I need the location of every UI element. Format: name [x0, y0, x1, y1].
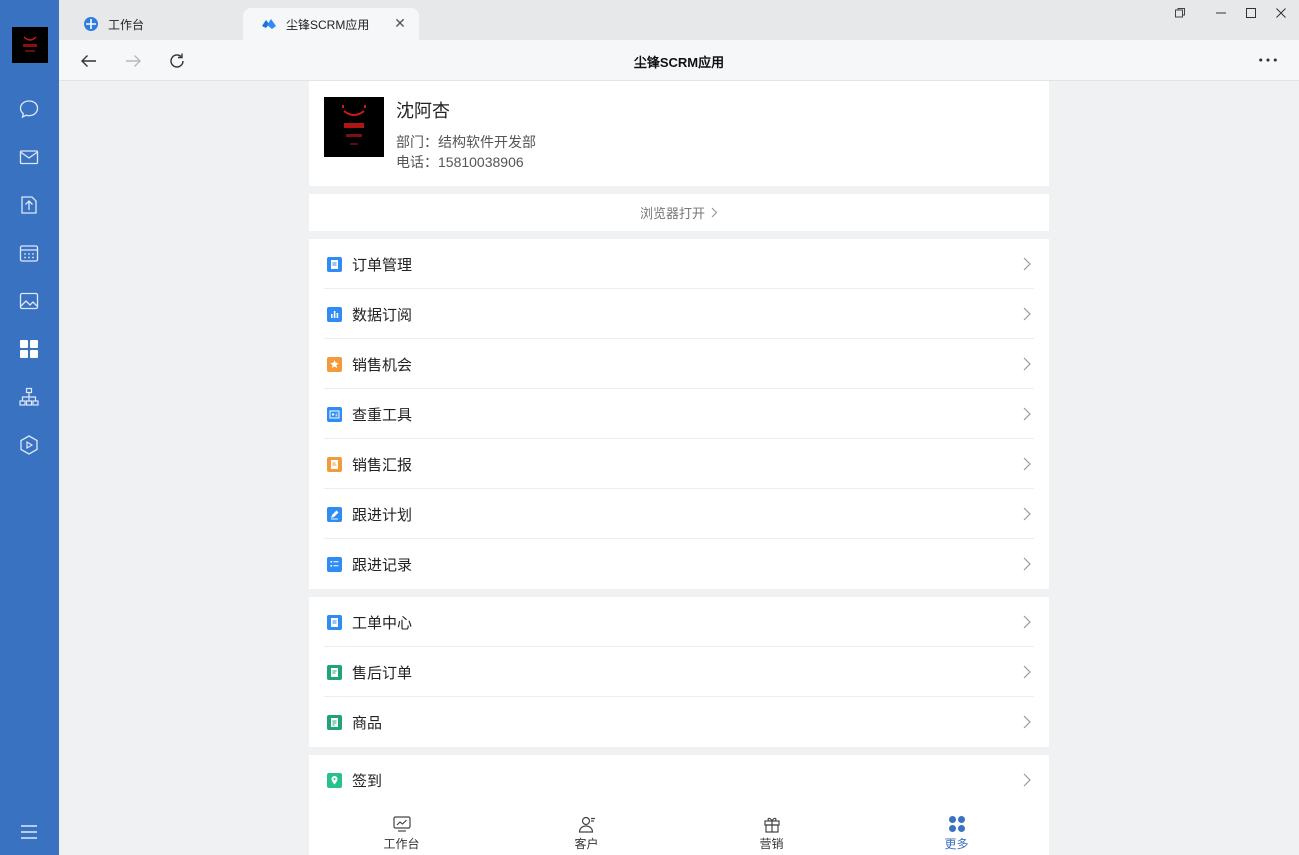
title-bar: 工作台 尘锋SCRM应用 ✕ [59, 0, 1299, 40]
menu-item-label: 跟进计划 [352, 507, 413, 524]
user-avatar[interactable] [12, 27, 48, 63]
bottom-tab-workbench[interactable]: 工作台 [309, 804, 494, 855]
chart-icon [327, 307, 342, 322]
bottom-tab-marketing[interactable]: 营销 [679, 804, 864, 855]
gift-icon [762, 814, 782, 834]
bottom-tab-label: 更多 [944, 837, 969, 851]
profile-department: 部门：结构软件开发部 [396, 134, 536, 150]
menu-item-data-subscription[interactable]: 数据订阅 [309, 289, 1049, 339]
aftersale-icon [327, 665, 342, 680]
menu-item-label: 商品 [352, 715, 383, 732]
open-in-browser-button[interactable]: 浏览器打开 [309, 194, 1049, 231]
menu-item-label: 签到 [352, 773, 383, 790]
page-title: 尘锋SCRM应用 [633, 55, 725, 70]
window-close-icon[interactable] [1269, 4, 1293, 22]
profile-phone: 电话：15810038906 [396, 154, 524, 170]
close-icon[interactable]: ✕ [393, 16, 407, 30]
menu-item-label: 跟进记录 [352, 557, 413, 574]
chevron-right-icon [1023, 407, 1031, 421]
calendar-icon[interactable] [16, 240, 42, 266]
grid-icon [947, 814, 967, 834]
dashboard-icon [392, 814, 412, 834]
bottom-tab-label: 营销 [759, 837, 784, 851]
app-content: 沈阿杏 部门：结构软件开发部 电话：15810038906 浏览器打开 订单管理… [309, 81, 1049, 855]
profile-card: 沈阿杏 部门：结构软件开发部 电话：15810038906 [309, 81, 1049, 186]
menu-item-label: 数据订阅 [352, 307, 413, 324]
bottom-tab-customer[interactable]: 客户 [494, 804, 679, 855]
chevron-right-icon [1023, 557, 1031, 571]
app-rail [0, 0, 59, 855]
search-card-icon [327, 407, 342, 422]
customer-icon [577, 814, 597, 834]
edit-icon [327, 507, 342, 522]
menu-item-label: 查重工具 [352, 407, 413, 424]
scrm-logo-icon [261, 16, 277, 32]
mail-icon[interactable] [16, 144, 42, 170]
chevron-right-icon [1023, 357, 1031, 371]
profile-avatar [324, 97, 384, 157]
chevron-right-icon [1023, 457, 1031, 471]
menu-item-label: 售后订单 [352, 665, 413, 682]
chevron-right-icon [711, 207, 718, 218]
bottom-tab-bar: 工作台 客户 营销 更多 [309, 804, 1049, 855]
product-icon [327, 715, 342, 730]
workbench-icon [83, 16, 99, 32]
bottom-tab-label: 工作台 [383, 837, 420, 851]
location-icon [327, 773, 342, 788]
menu-item-label: 订单管理 [352, 257, 413, 274]
profile-name: 沈阿杏 [396, 101, 450, 121]
menu-item-label: 销售汇报 [352, 457, 413, 474]
tab-label: 尘锋SCRM应用 [286, 17, 370, 32]
bottom-tab-label: 客户 [574, 837, 599, 851]
menu-icon[interactable] [16, 819, 42, 845]
menu-item-label: 销售机会 [352, 357, 413, 374]
open-in-browser-label: 浏览器打开 [639, 206, 705, 221]
bottom-tab-more[interactable]: 更多 [864, 804, 1049, 855]
chevron-right-icon [1023, 665, 1031, 679]
nav-bar: 尘锋SCRM应用 [59, 40, 1299, 81]
report-icon [327, 457, 342, 472]
maximize-icon[interactable] [1239, 4, 1263, 22]
chat-icon[interactable] [16, 96, 42, 122]
chevron-right-icon [1023, 773, 1031, 787]
tab-workbench[interactable]: 工作台 [65, 8, 241, 40]
menu-item-label: 工单中心 [352, 615, 413, 632]
minimize-icon[interactable] [1209, 4, 1233, 22]
menu-item-product[interactable]: 商品 [309, 697, 1049, 747]
hex-icon[interactable] [16, 432, 42, 458]
doc-icon[interactable] [16, 192, 42, 218]
menu-item-order-management[interactable]: 订单管理 [309, 239, 1049, 289]
chevron-right-icon [1023, 615, 1031, 629]
tab-scrm[interactable]: 尘锋SCRM应用 ✕ [243, 8, 419, 40]
image-icon[interactable] [16, 288, 42, 314]
star-icon [327, 357, 342, 372]
restore-tab-icon[interactable] [1168, 4, 1192, 22]
ticket-icon [327, 615, 342, 630]
menu-group-service: 工单中心 售后订单 商品 [309, 597, 1049, 747]
org-icon[interactable] [16, 384, 42, 410]
apps-icon[interactable] [16, 336, 42, 362]
chevron-right-icon [1023, 257, 1031, 271]
tab-label: 工作台 [108, 17, 145, 32]
menu-item-sales-report[interactable]: 销售汇报 [309, 439, 1049, 489]
menu-item-sales-opportunity[interactable]: 销售机会 [309, 339, 1049, 389]
chevron-right-icon [1023, 507, 1031, 521]
menu-item-follow-up-plan[interactable]: 跟进计划 [309, 489, 1049, 539]
menu-group-checkin: 签到 [309, 755, 1049, 804]
chevron-right-icon [1023, 307, 1031, 321]
chevron-right-icon [1023, 715, 1031, 729]
menu-item-aftersale-order[interactable]: 售后订单 [309, 647, 1049, 697]
more-options-icon[interactable] [1257, 50, 1279, 70]
menu-item-check-in[interactable]: 签到 [309, 755, 1049, 805]
menu-item-dedup-tool[interactable]: 查重工具 [309, 389, 1049, 439]
menu-group-sales: 订单管理 数据订阅 销售机会 查重工具 销售汇报 跟进计划 跟进记录 [309, 239, 1049, 589]
menu-item-follow-up-record[interactable]: 跟进记录 [309, 539, 1049, 589]
list-icon [327, 557, 342, 572]
menu-item-ticket-center[interactable]: 工单中心 [309, 597, 1049, 647]
order-icon [327, 257, 342, 272]
